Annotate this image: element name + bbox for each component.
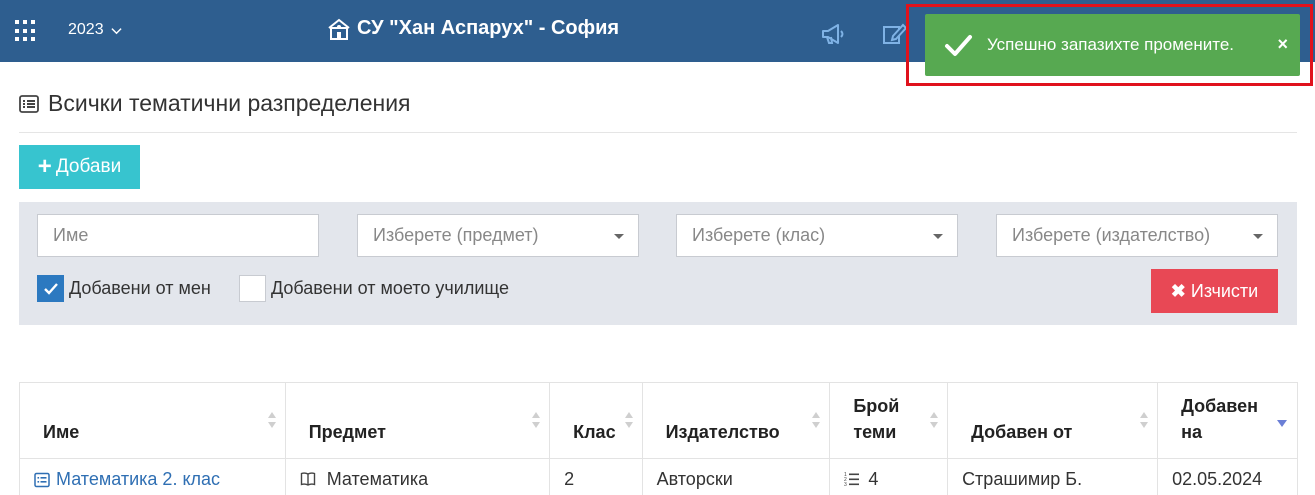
name-search-input[interactable] xyxy=(53,225,318,246)
school-icon xyxy=(328,18,350,40)
edit-icon[interactable] xyxy=(881,22,907,46)
sort-icon xyxy=(532,412,541,428)
publisher-select[interactable]: Изберете (издателство) xyxy=(996,214,1278,257)
checkbox-unchecked[interactable] xyxy=(239,275,266,302)
checkbox-checked[interactable] xyxy=(37,275,64,302)
cell-name[interactable]: Математика 2. клас xyxy=(19,458,286,495)
cell-added-by: Страшимир Б. xyxy=(947,458,1159,495)
added-by-me-label: Добавени от мен xyxy=(69,278,211,298)
caret-down-icon xyxy=(1253,234,1263,239)
sort-icon xyxy=(267,412,276,428)
clear-button-label: Изчисти xyxy=(1190,280,1259,301)
column-header-subject[interactable]: Предмет xyxy=(284,382,551,459)
check-icon xyxy=(945,35,972,56)
list-icon xyxy=(19,94,39,113)
column-header-added-on[interactable]: Добавен на xyxy=(1157,382,1298,459)
distributions-table: Име Предмет Клас Издателство Брой теми Д… xyxy=(19,382,1298,495)
success-toast: Успешно запазихте промените. × xyxy=(925,14,1300,76)
added-by-school-checkbox[interactable]: Добавени от моето училище xyxy=(239,275,509,302)
toast-message: Успешно запазихте промените. xyxy=(987,35,1235,54)
school-name: СУ "Хан Аспарух" - София xyxy=(357,17,620,39)
sort-icon xyxy=(624,412,633,428)
book-icon xyxy=(300,472,315,486)
cell-publisher: Авторски xyxy=(641,458,831,495)
megaphone-icon[interactable] xyxy=(820,22,846,46)
subject-select-placeholder: Изберете (предмет) xyxy=(373,225,539,245)
year-value: 2023 xyxy=(68,21,104,38)
class-select[interactable]: Изберете (клас) xyxy=(676,214,958,257)
cell-topics: 1 2 3 4 xyxy=(829,458,949,495)
column-header-topics[interactable]: Брой теми xyxy=(829,382,949,459)
plus-icon: + xyxy=(37,153,52,180)
column-header-added-by[interactable]: Добавен от xyxy=(947,382,1159,459)
list-icon xyxy=(34,472,50,487)
sort-icon xyxy=(930,412,939,428)
added-by-school-label: Добавени от моето училище xyxy=(271,278,509,298)
publisher-select-placeholder: Изберете (издателство) xyxy=(1012,225,1211,245)
chevron-down-icon xyxy=(110,27,122,34)
class-select-placeholder: Изберете (клас) xyxy=(692,225,826,245)
sort-icon xyxy=(1140,412,1149,428)
svg-text:3: 3 xyxy=(844,482,847,487)
cell-added-on: 02.05.2024 xyxy=(1157,458,1298,495)
name-filter[interactable] xyxy=(37,214,319,257)
title-divider xyxy=(19,132,1297,133)
caret-down-icon xyxy=(933,234,943,239)
close-icon: ✖ xyxy=(1170,280,1186,301)
school-title: СУ "Хан Аспарух" - София xyxy=(327,17,619,40)
add-button-label: Добави xyxy=(55,156,122,177)
cell-subject: Математика xyxy=(284,458,551,495)
check-icon xyxy=(43,282,58,295)
column-header-publisher[interactable]: Издателство xyxy=(641,382,831,459)
add-button[interactable]: + Добави xyxy=(19,145,140,189)
cell-class: 2 xyxy=(549,458,643,495)
grid-icon[interactable] xyxy=(15,20,37,42)
sort-desc-icon xyxy=(1277,420,1287,427)
table-row[interactable]: Математика 2. клас Математика 2 Авторски… xyxy=(19,458,1298,495)
added-by-me-checkbox[interactable]: Добавени от мен xyxy=(37,275,211,302)
caret-down-icon xyxy=(614,234,624,239)
filter-panel: Изберете (предмет) Изберете (клас) Избер… xyxy=(19,202,1297,325)
sort-icon xyxy=(812,412,821,428)
year-selector[interactable]: 2023 xyxy=(68,21,122,39)
subject-select[interactable]: Изберете (предмет) xyxy=(357,214,639,257)
page-title-text: Всички тематични разпределения xyxy=(48,90,411,116)
column-header-name[interactable]: Име xyxy=(19,382,286,459)
table-header-row: Име Предмет Клас Издателство Брой теми Д… xyxy=(19,382,1298,459)
column-header-class[interactable]: Клас xyxy=(549,382,643,459)
page-title: Всички тематични разпределения xyxy=(19,90,411,117)
clear-button[interactable]: ✖ Изчисти xyxy=(1151,269,1278,313)
distribution-link[interactable]: Математика 2. клас xyxy=(34,469,220,490)
close-icon[interactable]: × xyxy=(1277,34,1288,55)
ordered-list-icon: 1 2 3 xyxy=(844,472,860,487)
